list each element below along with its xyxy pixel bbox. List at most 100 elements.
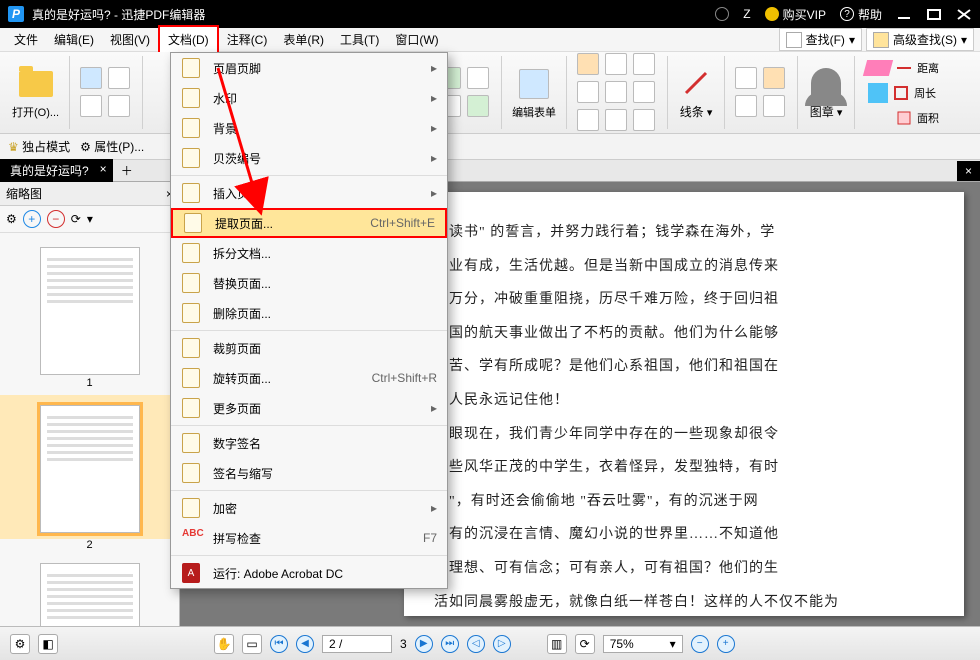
menu-item[interactable]: 更多页面▸	[171, 393, 447, 423]
tool-btn[interactable]	[108, 67, 130, 89]
menu-item-icon	[182, 88, 200, 108]
menu-item[interactable]: 加密▸	[171, 493, 447, 523]
tool-btn[interactable]	[80, 95, 102, 117]
thumbnail-page[interactable]	[40, 563, 140, 626]
help-button[interactable]: ?帮助	[840, 6, 882, 23]
menu-item[interactable]: 删除页面...	[171, 298, 447, 328]
thumbnail-list[interactable]: 1 2 3	[0, 233, 179, 626]
menu-item[interactable]: 裁剪页面	[171, 333, 447, 363]
menu-item[interactable]: 背景▸	[171, 113, 447, 143]
document-tab[interactable]: 真的是好运吗?×	[0, 159, 113, 182]
nav-back-button[interactable]: ◁	[467, 635, 485, 653]
eraser-icon[interactable]	[863, 60, 893, 76]
area-icon[interactable]	[895, 109, 913, 127]
nav-forward-button[interactable]: ▷	[493, 635, 511, 653]
close-button[interactable]	[956, 8, 972, 20]
globe-icon[interactable]	[715, 7, 729, 21]
menu-file[interactable]: 文件	[6, 27, 46, 52]
tool-btn[interactable]	[577, 109, 599, 131]
menu-item[interactable]: 旋转页面...Ctrl+Shift+R	[171, 363, 447, 393]
zoom-in-button[interactable]: +	[717, 635, 735, 653]
tool-btn[interactable]	[763, 95, 785, 117]
menu-item[interactable]: 数字签名	[171, 428, 447, 458]
minimize-button[interactable]	[896, 8, 912, 20]
tool-btn[interactable]	[108, 95, 130, 117]
tool-btn[interactable]	[605, 109, 627, 131]
tool-btn[interactable]	[605, 53, 627, 75]
menu-tools[interactable]: 工具(T)	[332, 27, 387, 52]
tool-btn[interactable]	[735, 95, 757, 117]
menu-item[interactable]: 拆分文档...	[171, 238, 447, 268]
thumbnail-page[interactable]	[40, 247, 140, 375]
exclusive-mode-button[interactable]: ♛ 独占模式	[8, 138, 70, 155]
edit-form-icon[interactable]	[516, 66, 552, 102]
close-all-tabs-button[interactable]: ×	[957, 161, 980, 181]
cube-icon[interactable]	[868, 83, 888, 103]
rotate-icon[interactable]: ⟳	[71, 212, 81, 226]
next-page-button[interactable]: ▶	[415, 635, 433, 653]
tool-btn[interactable]	[577, 81, 599, 103]
tool-btn[interactable]	[577, 53, 599, 75]
menu-item-icon	[182, 463, 200, 483]
properties-button[interactable]: ⚙ 属性(P)...	[80, 138, 144, 155]
rotate-view-button[interactable]: ⟳	[575, 634, 595, 654]
stamp-icon[interactable]	[808, 65, 844, 101]
buy-vip-button[interactable]: 购买VIP	[765, 6, 826, 23]
menu-item[interactable]: 插入页面▸	[171, 178, 447, 208]
menu-item[interactable]: 替换页面...	[171, 268, 447, 298]
view-mode-button[interactable]: ▥	[547, 634, 567, 654]
menu-comment[interactable]: 注释(C)	[219, 27, 276, 52]
menu-item[interactable]: 页眉页脚▸	[171, 53, 447, 83]
options-button[interactable]: ⚙	[10, 634, 30, 654]
hand-tool-button[interactable]: ✋	[214, 634, 234, 654]
body-text: ，有的沉浸在言情、魔幻小说的世界里……不知道他	[434, 518, 934, 552]
distance-icon[interactable]	[895, 59, 913, 77]
page-number-field[interactable]: 2 /	[322, 635, 392, 653]
menu-view[interactable]: 视图(V)	[102, 27, 158, 52]
first-page-button[interactable]: ⏮	[270, 635, 288, 653]
tool-btn[interactable]	[605, 81, 627, 103]
user-letter[interactable]: Z	[743, 7, 750, 21]
tool-btn[interactable]	[80, 67, 102, 89]
open-icon[interactable]	[18, 66, 54, 102]
maximize-button[interactable]	[926, 8, 942, 20]
tool-btn[interactable]	[735, 67, 757, 89]
advanced-find-button[interactable]: 高级查找(S)▾	[866, 28, 974, 51]
tab-close-icon[interactable]: ×	[100, 162, 107, 176]
menu-item[interactable]: 贝茨编号▸	[171, 143, 447, 173]
prev-page-button[interactable]: ◀	[296, 635, 314, 653]
menu-item-label: 背景	[213, 120, 423, 137]
find-button[interactable]: 查找(F)▾	[779, 28, 862, 51]
select-tool-button[interactable]: ▭	[242, 634, 262, 654]
thumbnail-page-selected[interactable]	[40, 405, 140, 533]
menu-item[interactable]: 签名与缩写	[171, 458, 447, 488]
menu-form[interactable]: 表单(R)	[275, 27, 332, 52]
menu-item-label: 加密	[213, 500, 423, 517]
tool-btn[interactable]	[633, 53, 655, 75]
menu-document[interactable]: 文档(D)	[158, 25, 219, 54]
thumb-zoom-in[interactable]: +	[23, 210, 41, 228]
attachment-button[interactable]: ◧	[38, 634, 58, 654]
menu-edit[interactable]: 编辑(E)	[46, 27, 102, 52]
menu-item-label: 更多页面	[213, 400, 423, 417]
perimeter-icon[interactable]	[892, 84, 910, 102]
last-page-button[interactable]: ⏭	[441, 635, 459, 653]
thumb-options-icon[interactable]: ⚙	[6, 212, 17, 226]
tool-btn[interactable]	[467, 95, 489, 117]
tool-btn[interactable]	[633, 109, 655, 131]
zoom-select[interactable]: 75%▾	[603, 635, 683, 653]
thumb-menu-icon[interactable]: ▾	[87, 212, 93, 226]
tool-btn[interactable]	[763, 67, 785, 89]
tool-btn[interactable]	[467, 67, 489, 89]
menu-window[interactable]: 窗口(W)	[387, 27, 446, 52]
menu-item[interactable]: 水印▸	[171, 83, 447, 113]
area-label: 面积	[917, 110, 939, 126]
tool-btn[interactable]	[633, 81, 655, 103]
lines-icon[interactable]	[678, 65, 714, 101]
new-tab-button[interactable]: ＋	[113, 162, 141, 179]
menu-item[interactable]: ABC拼写检查F7	[171, 523, 447, 553]
menu-item[interactable]: A运行: Adobe Acrobat DC	[171, 558, 447, 588]
thumb-zoom-out[interactable]: −	[47, 210, 65, 228]
zoom-out-button[interactable]: −	[691, 635, 709, 653]
menu-item[interactable]: 提取页面...Ctrl+Shift+E	[171, 208, 447, 238]
